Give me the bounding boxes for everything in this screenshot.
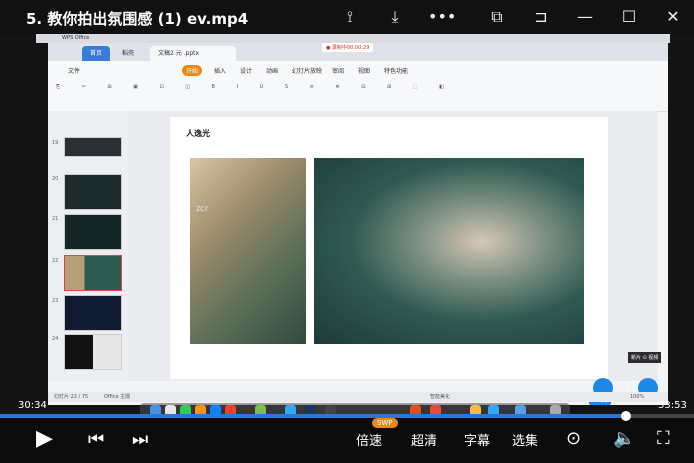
mac-menubar <box>36 34 670 43</box>
menu-file: 文件 <box>68 68 81 75</box>
menu-design: 设计 <box>240 68 253 75</box>
doc-tab-docer: 稻壳 <box>122 50 135 57</box>
pip-icon[interactable]: ⧉ <box>486 7 508 27</box>
slide-number: 24 <box>52 336 59 342</box>
settings-icon[interactable]: ⊙ <box>566 428 581 449</box>
menu-slideshow: 幻灯片放映 <box>292 68 323 75</box>
menu-review: 审阅 <box>332 68 345 75</box>
doc-tab-pptx: 文稿2 元 .pptx <box>150 46 236 61</box>
slide-thumbnail-selected <box>64 255 122 291</box>
slide-number: 19 <box>52 140 59 146</box>
share-icon[interactable]: ⟟ <box>339 7 361 27</box>
time-elapsed: 30:34 <box>18 400 47 411</box>
status-zoom: 100% <box>630 394 645 400</box>
status-theme: Office 主题 <box>104 394 131 400</box>
minimize-icon[interactable]: — <box>574 7 596 27</box>
maximize-icon[interactable]: ☐ <box>618 7 640 27</box>
swp-badge: SWP <box>372 418 398 428</box>
subtitle-button[interactable]: 字幕 <box>464 430 490 449</box>
slide-tooltip: 新片 ⊙ 视频 <box>628 352 662 363</box>
episodes-button[interactable]: 选集 <box>512 430 538 449</box>
status-slide-count: 幻灯片 22 / 75 <box>54 394 89 400</box>
previous-icon[interactable]: ⏮ <box>88 429 104 450</box>
recording-badge: ● 录制中00:00:29 <box>322 43 374 52</box>
menu-features: 特色功能 <box>384 68 409 75</box>
slide-thumbnail <box>64 137 122 157</box>
portrait-photo-right <box>314 158 584 344</box>
progress-knob[interactable] <box>620 411 631 421</box>
wps-status-bar <box>48 392 668 402</box>
close-icon[interactable]: ✕ <box>662 7 684 27</box>
fullscreen-icon[interactable]: ⛶ <box>657 428 670 449</box>
pin-icon[interactable]: ⊐ <box>530 7 552 27</box>
slide-number: 22 <box>52 258 59 264</box>
more-icon[interactable]: ••• <box>428 7 456 27</box>
slide-number: 23 <box>52 298 59 304</box>
next-icon[interactable]: ⏭ <box>132 429 148 450</box>
quality-button[interactable]: 超清 <box>411 430 437 449</box>
menu-insert: 插入 <box>214 68 227 75</box>
download-icon[interactable]: ⤓ <box>384 7 406 27</box>
menu-animation: 动画 <box>266 68 279 75</box>
wps-app-name: WPS Office <box>62 35 90 41</box>
video-title: 5. 教你拍出氛围感 (1) ev.mp4 <box>26 10 249 28</box>
time-total: 33:53 <box>658 400 687 411</box>
slide-thumbnail <box>64 295 122 331</box>
volume-icon[interactable]: 🔈 <box>613 428 635 449</box>
progress-fill <box>0 414 626 418</box>
play-icon[interactable]: ▶ <box>36 426 53 451</box>
doc-tab-home: 首页 <box>82 46 111 61</box>
slide-title: 人逸光 <box>186 129 210 138</box>
status-beautify: 智能美化 <box>430 394 451 400</box>
slide-thumbnail <box>64 214 122 250</box>
slide-thumbnail <box>64 334 122 370</box>
photo-watermark: ZC7 <box>196 206 209 213</box>
slide-number: 21 <box>52 216 59 222</box>
slide-number: 20 <box>52 176 59 182</box>
speed-button[interactable]: 倍速 <box>356 430 382 449</box>
portrait-photo-left <box>190 158 306 344</box>
slide-thumbnail <box>64 174 122 210</box>
menu-view: 视图 <box>358 68 371 75</box>
menu-start: 开始 <box>182 65 203 76</box>
ribbon-tool-icons: ⎘ ✂ ⊞ ▣ ⊡ ◫ B I U S ≡ ≣ ⊟ ⊞ ⬚ ◧ <box>56 84 454 90</box>
